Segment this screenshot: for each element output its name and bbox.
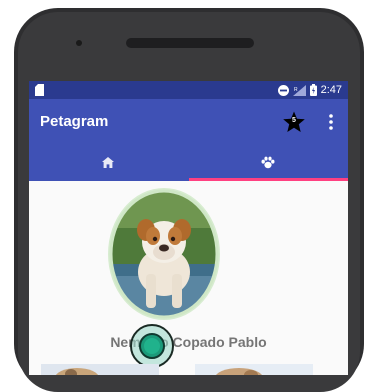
profile-avatar: [108, 188, 220, 320]
front-camera: [76, 40, 82, 46]
profile-name: Nemesio Copado Pablo: [110, 334, 267, 350]
pet-photo-thumbnail[interactable]: [41, 364, 159, 375]
profile-content: Nemesio Copado Pablo: [29, 181, 348, 375]
do-not-disturb-icon: [277, 84, 289, 96]
pet-photo-thumbnail[interactable]: [195, 364, 313, 375]
favorites-count: 5: [292, 117, 296, 124]
battery-icon: [309, 84, 317, 96]
sd-card-icon: [35, 84, 44, 96]
tab-pets[interactable]: [189, 145, 348, 181]
touch-indicator: [130, 324, 174, 368]
phone-frame: R 2:47 Petagram 5 Nemesio Copado Pablo: [0, 0, 370, 392]
pet-photo: [41, 364, 159, 375]
favorites-button[interactable]: 5: [282, 110, 306, 134]
app-toolbar: Petagram 5: [29, 99, 348, 145]
signal-icon: R: [292, 84, 306, 96]
tab-bar: [29, 145, 348, 181]
home-icon: [102, 157, 114, 168]
status-time: 2:47: [320, 84, 342, 96]
status-icons: R 2:47: [277, 83, 342, 97]
pet-photo: [195, 364, 313, 375]
svg-text:R: R: [294, 87, 298, 93]
earpiece-speaker: [126, 38, 254, 48]
status-bar: R 2:47: [29, 81, 348, 99]
app-screen: R 2:47 Petagram 5 Nemesio Copado Pablo: [29, 81, 348, 375]
overflow-menu-icon[interactable]: [327, 113, 335, 131]
tab-home[interactable]: [29, 145, 188, 181]
app-title: Petagram: [40, 113, 109, 130]
paw-icon: [261, 156, 275, 169]
